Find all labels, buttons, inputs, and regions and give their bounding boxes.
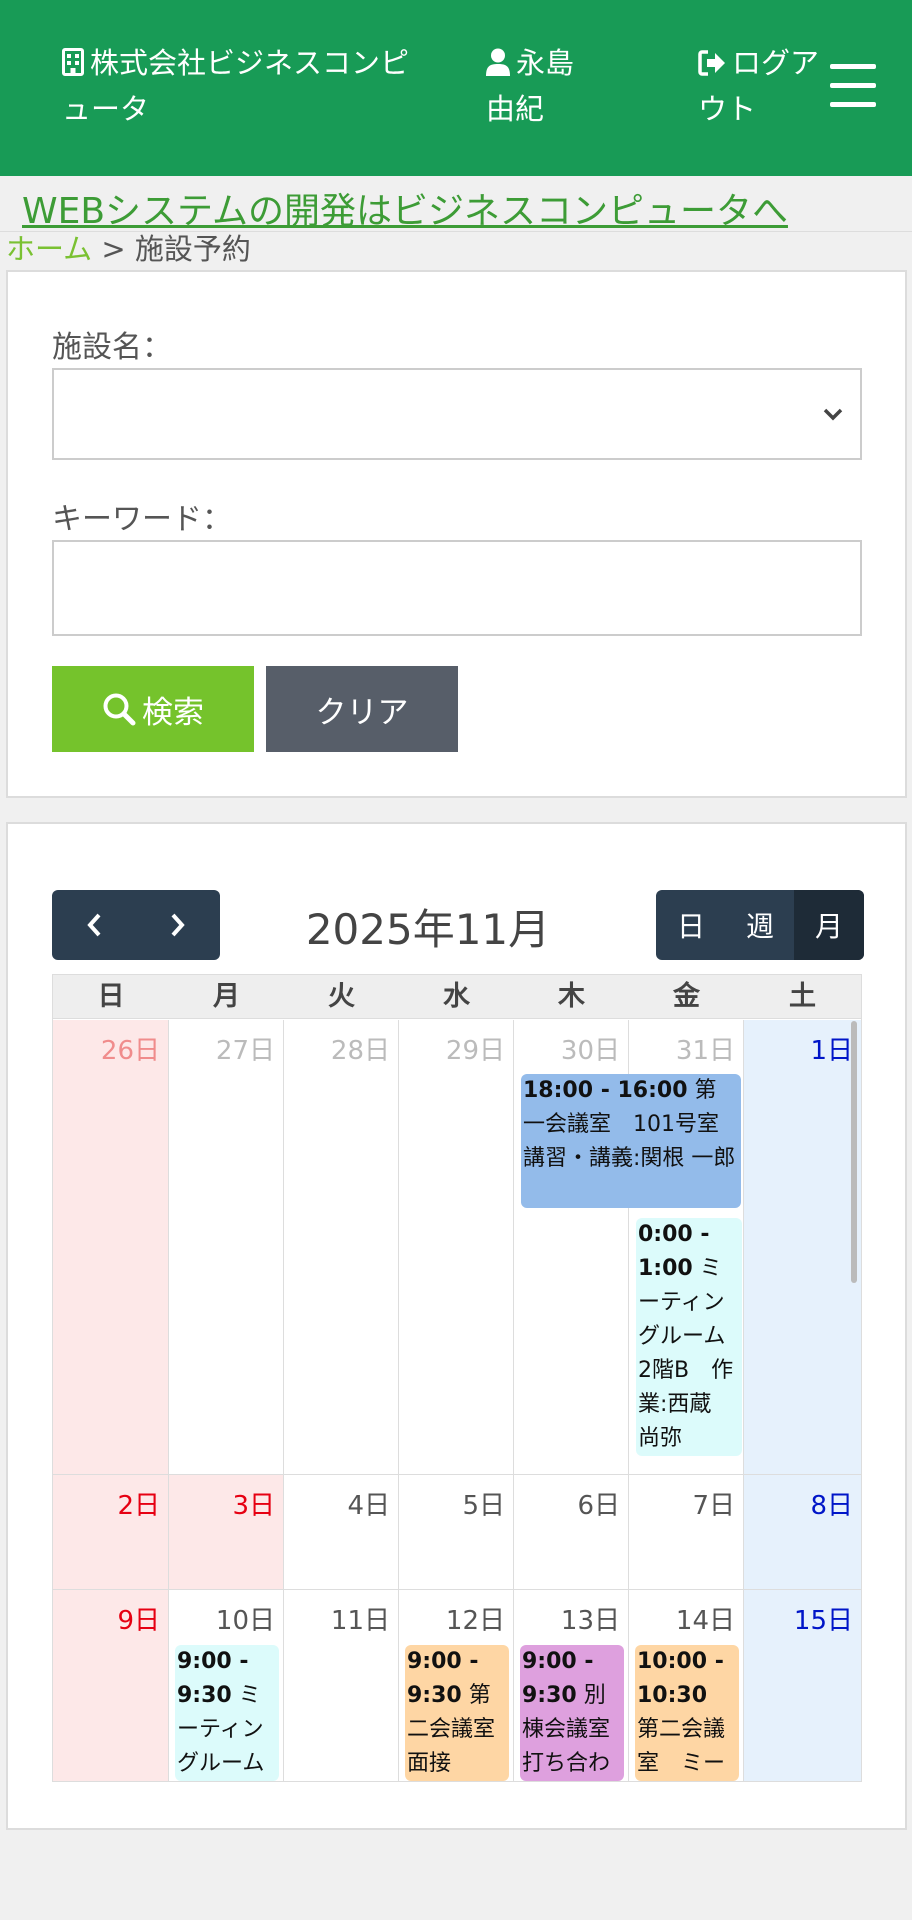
weekday-mon: 月 [213, 981, 240, 1012]
breadcrumb-separator: > [101, 232, 126, 266]
day-cell[interactable]: 29日 [399, 1020, 514, 1475]
calendar-event[interactable]: 0:00 - 1:00 ミーティングルーム2階B 作業:西蔵 尚弥 [636, 1218, 742, 1456]
day-cell[interactable]: 5日 [399, 1475, 514, 1590]
weekday-sun: 日 [97, 981, 125, 1012]
calendar-event[interactable]: 9:00 - 9:30 別棟会議室 打ち合わ [520, 1645, 624, 1781]
search-icon [103, 693, 136, 726]
day-cell[interactable]: 27日 [169, 1020, 284, 1475]
event-time: 18:00 - 16:00 [523, 1078, 688, 1103]
logout-link[interactable]: ログアウト [698, 40, 832, 132]
view-month-button[interactable]: 月 [794, 890, 864, 960]
day-cell[interactable]: 8日 [744, 1475, 861, 1590]
day-number: 15日 [793, 1606, 853, 1636]
calendar-title: 2025年11月 [305, 905, 551, 954]
prev-month-button[interactable] [52, 890, 136, 960]
day-number: 5日 [462, 1491, 505, 1521]
search-button[interactable]: 検索 [52, 666, 254, 752]
day-number: 29日 [445, 1036, 505, 1066]
weekday-header: 日 月 火 水 木 金 土 [53, 975, 861, 1019]
next-month-button[interactable] [136, 890, 220, 960]
day-number: 9日 [117, 1606, 160, 1636]
promo-banner: WEBシステムの開発はビジネスコンピュータへ [0, 176, 912, 232]
day-number: 3日 [232, 1491, 275, 1521]
event-text: ミーティングルーム2階B 作業:西蔵 尚弥 [638, 1256, 734, 1451]
day-number: 14日 [675, 1606, 735, 1636]
app-header: 株式会社ビジネスコンピュータ 永島 由紀 ログアウト [0, 0, 912, 176]
day-cell[interactable]: 6日 [514, 1475, 629, 1590]
day-cell[interactable]: 26日 [53, 1020, 169, 1475]
day-cell[interactable]: 11日 [284, 1590, 399, 1781]
day-cell[interactable]: 3日 [169, 1475, 284, 1590]
day-number: 6日 [577, 1491, 620, 1521]
company-name: 株式会社ビジネスコンピュータ [62, 46, 410, 126]
day-number: 11日 [330, 1606, 390, 1636]
breadcrumb-current: 施設予約 [134, 232, 251, 266]
day-number: 4日 [347, 1491, 390, 1521]
search-button-label: 検索 [142, 694, 204, 731]
day-number: 1日 [810, 1036, 853, 1066]
calendar-event[interactable]: 9:00 - 9:30 ミーティングルーム [175, 1645, 279, 1781]
weekday-fri: 金 [673, 981, 700, 1012]
user-icon [486, 48, 510, 76]
day-number: 13日 [560, 1606, 620, 1636]
hamburger-menu-icon[interactable] [830, 64, 876, 108]
calendar-event[interactable]: 9:00 - 9:30 第二会議室 面接 [405, 1645, 509, 1781]
day-number: 10日 [215, 1606, 275, 1636]
clear-button-label: クリア [315, 694, 409, 731]
event-time: 10:00 - 10:30 [637, 1649, 724, 1708]
week-scrollbar[interactable] [851, 1021, 857, 1283]
view-day-button[interactable]: 日 [656, 890, 726, 960]
calendar-panel: 2025年11月 日 週 月 日 月 火 水 木 金 土 26日 27日 28日… [6, 822, 907, 1830]
breadcrumb: ホーム > 施設予約 [6, 226, 251, 268]
day-cell[interactable]: 7日 [629, 1475, 744, 1590]
breadcrumb-home[interactable]: ホーム [6, 232, 92, 266]
weekday-tue: 火 [328, 981, 355, 1012]
day-cell[interactable]: 4日 [284, 1475, 399, 1590]
view-switcher: 日 週 月 [656, 890, 864, 960]
day-cell[interactable]: 9日 [53, 1590, 169, 1781]
weekday-wed: 水 [443, 981, 470, 1012]
calendar-nav [52, 890, 220, 960]
search-panel: 施設名： キーワード： 検索 クリア [6, 270, 907, 798]
chevron-left-icon [87, 913, 101, 937]
clear-button[interactable]: クリア [266, 666, 458, 752]
day-cell[interactable]: 1日 [744, 1020, 861, 1475]
day-number: 26日 [100, 1036, 160, 1066]
day-cell[interactable]: 2日 [53, 1475, 169, 1590]
day-number: 31日 [675, 1036, 735, 1066]
user-link[interactable]: 永島 由紀 [486, 40, 606, 132]
day-number: 30日 [560, 1036, 620, 1066]
day-cell[interactable]: 28日 [284, 1020, 399, 1475]
keyword-label: キーワード： [52, 502, 232, 537]
day-number: 8日 [810, 1491, 853, 1521]
day-number: 7日 [692, 1491, 735, 1521]
keyword-input[interactable] [52, 540, 862, 636]
sign-out-icon [698, 50, 725, 76]
event-text: 第二会議室 ミーティ [637, 1717, 726, 1776]
view-week-button[interactable]: 週 [726, 890, 794, 960]
day-number: 12日 [445, 1606, 505, 1636]
calendar-event[interactable]: 10:00 - 10:30 第二会議室 ミーティ [635, 1645, 739, 1781]
facility-select[interactable] [52, 368, 862, 460]
month-grid: 日 月 火 水 木 金 土 26日 27日 28日 29日 30日 31日 1日… [52, 974, 862, 1782]
facility-label: 施設名： [52, 330, 172, 365]
company-link[interactable]: 株式会社ビジネスコンピュータ [62, 40, 422, 132]
calendar-event[interactable]: 18:00 - 16:00 第一会議室 101号室 講習・講義:関根 一郎 [521, 1074, 741, 1208]
chevron-right-icon [171, 913, 185, 937]
building-icon [62, 48, 84, 76]
day-number: 2日 [117, 1491, 160, 1521]
day-cell[interactable]: 15日 [744, 1590, 861, 1781]
chevron-down-icon [823, 408, 843, 421]
weekday-thu: 木 [558, 981, 585, 1012]
day-number: 27日 [215, 1036, 275, 1066]
weekday-sat: 土 [789, 981, 816, 1012]
day-number: 28日 [330, 1036, 390, 1066]
